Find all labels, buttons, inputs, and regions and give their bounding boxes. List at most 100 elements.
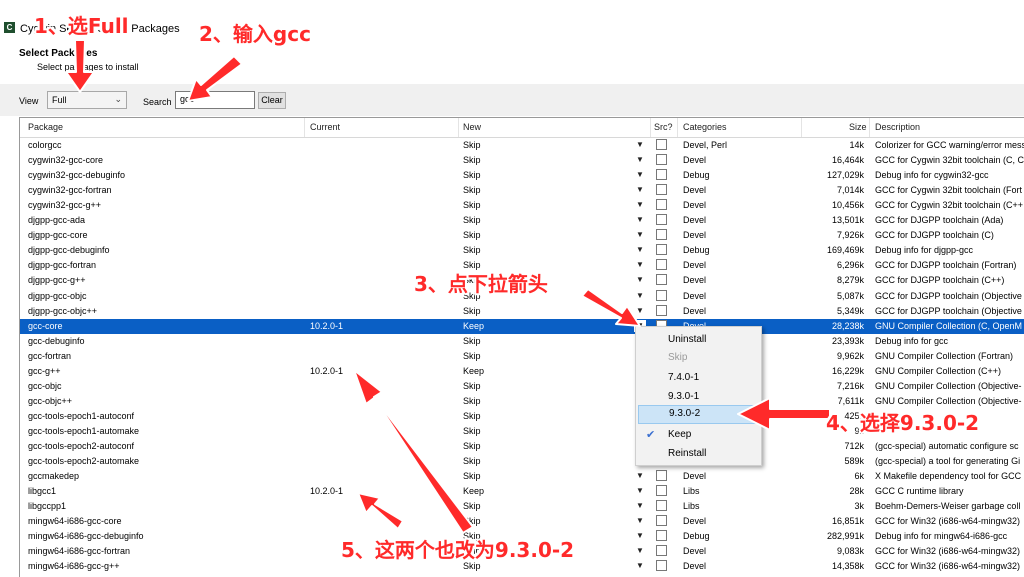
new-action[interactable]: Skip xyxy=(463,336,623,346)
version-dropdown-menu[interactable]: Uninstall Skip 7.4.0-1 9.3.0-1 9.3.0-2 ✔ Keep R… xyxy=(635,326,762,466)
src-checkbox[interactable] xyxy=(656,214,667,226)
view-select[interactable]: Full ⌄ xyxy=(47,91,127,109)
dropdown-arrow-icon[interactable]: ▼ xyxy=(634,229,646,241)
table-row[interactable]: djgpp-gcc-ada Skip ▼ Devel 13,501k GCC for DJ… xyxy=(20,213,1024,228)
dropdown-arrow-icon[interactable]: ▼ xyxy=(634,154,646,166)
src-checkbox[interactable] xyxy=(656,199,667,211)
table-row[interactable]: djgpp-gcc-objc++ Skip ▼ Devel 5,349k GCC for … xyxy=(20,304,1024,319)
src-checkbox[interactable] xyxy=(656,274,667,286)
table-row[interactable]: gcc-fortranSkip▼9,962kGNU Compiler Colle… xyxy=(20,349,1024,364)
new-action[interactable]: Skip xyxy=(463,456,623,466)
table-row[interactable]: colorgcc Skip ▼ Devel, Perl 14k Colorizer for… xyxy=(20,138,1024,153)
new-action[interactable]: Skip xyxy=(463,230,623,240)
dropdown-arrow-icon[interactable]: ▼ xyxy=(634,305,646,317)
src-checkbox[interactable] xyxy=(656,229,667,241)
table-row[interactable]: gcc-tools-epoch2-automakeSkip▼589k(gcc-s… xyxy=(20,454,1024,469)
src-checkbox[interactable] xyxy=(656,470,667,482)
new-action[interactable]: Skip xyxy=(463,170,623,180)
new-action[interactable]: Skip xyxy=(463,155,623,165)
dropdown-arrow-icon[interactable]: ▼ xyxy=(634,199,646,211)
src-checkbox[interactable] xyxy=(656,154,667,166)
new-action[interactable]: Skip xyxy=(463,351,623,361)
new-action[interactable]: Skip xyxy=(463,140,623,150)
table-row[interactable]: gcc-objcSkip▼7,216kGNU Compiler Collecti… xyxy=(20,379,1024,394)
menu-item-keep[interactable]: ✔ Keep xyxy=(636,426,761,445)
src-checkbox[interactable] xyxy=(656,530,667,542)
new-action[interactable]: Skip xyxy=(463,441,623,451)
new-action[interactable]: Skip xyxy=(463,215,623,225)
new-action[interactable]: Skip xyxy=(463,426,623,436)
menu-item-uninstall[interactable]: Uninstall xyxy=(636,331,761,350)
src-checkbox[interactable] xyxy=(656,139,667,150)
src-checkbox[interactable] xyxy=(656,515,667,527)
new-action[interactable]: Keep xyxy=(463,321,623,331)
src-checkbox[interactable] xyxy=(656,169,667,181)
table-row[interactable]: djgpp-gcc-debuginfo Skip ▼ Debug 169,469k Deb… xyxy=(20,243,1024,258)
src-checkbox[interactable] xyxy=(656,560,667,572)
new-action[interactable]: Skip xyxy=(463,501,623,511)
col-size[interactable]: Size xyxy=(849,122,867,132)
chevron-down-icon[interactable]: ⌄ xyxy=(114,94,122,105)
col-src[interactable]: Src? xyxy=(654,122,673,132)
table-row[interactable]: gcc-tools-epoch2-autoconfSkip▼712k(gcc-s… xyxy=(20,439,1024,454)
src-checkbox[interactable] xyxy=(656,259,667,271)
new-action[interactable]: Skip xyxy=(463,381,623,391)
src-checkbox[interactable] xyxy=(656,289,667,301)
dropdown-arrow-icon[interactable]: ▼ xyxy=(634,500,646,512)
clear-button[interactable]: Clear xyxy=(258,92,286,109)
dropdown-arrow-icon[interactable]: ▼ xyxy=(634,545,646,557)
dropdown-arrow-icon[interactable]: ▼ xyxy=(634,259,646,271)
src-checkbox[interactable] xyxy=(656,545,667,557)
dropdown-arrow-icon[interactable]: ▼ xyxy=(634,560,646,572)
menu-item-9-3-0-2[interactable]: 9.3.0-2 xyxy=(638,405,759,424)
package-list[interactable]: Package Current New Src? Categories Size… xyxy=(19,117,1024,577)
src-checkbox[interactable] xyxy=(656,500,667,512)
dropdown-arrow-icon[interactable]: ▼ xyxy=(634,139,646,151)
dropdown-arrow-icon[interactable]: ▼ xyxy=(634,274,646,286)
category: Devel xyxy=(683,561,707,572)
table-row[interactable]: libgcc1 10.2.0-1 Keep ▼ Libs 28k GCC C runtime… xyxy=(20,484,1024,499)
table-row[interactable]: gccmakedep Skip ▼ Devel 6k X Makefile depende… xyxy=(20,469,1024,484)
dropdown-arrow-icon[interactable]: ▼ xyxy=(634,214,646,226)
col-package[interactable]: Package xyxy=(28,122,63,132)
dropdown-arrow-icon[interactable]: ▼ xyxy=(634,244,646,256)
dropdown-arrow-icon[interactable]: ▼ xyxy=(634,515,646,527)
table-row[interactable]: gcc-debuginfoSkip▼23,393kDebug info for … xyxy=(20,334,1024,349)
dropdown-arrow-icon[interactable]: ▼ xyxy=(634,485,646,497)
table-row[interactable]: cygwin32-gcc-debuginfo Skip ▼ Debug 127,029k… xyxy=(20,168,1024,183)
new-action[interactable]: Skip xyxy=(463,516,623,526)
new-action[interactable]: Skip xyxy=(463,245,623,255)
menu-item-7-4-0-1[interactable]: 7.4.0-1 xyxy=(636,369,761,388)
col-description[interactable]: Description xyxy=(875,122,920,132)
new-action[interactable]: Keep xyxy=(463,486,623,496)
table-row[interactable]: cygwin32-gcc-core Skip ▼ Devel 16,464k GCC fo… xyxy=(20,153,1024,168)
new-action[interactable]: Keep xyxy=(463,366,623,376)
table-row[interactable]: cygwin32-gcc-fortran Skip ▼ Devel 7,014k GCC … xyxy=(20,183,1024,198)
table-row[interactable]: libgccpp1 Skip ▼ Libs 3k Boehm-Demers-Weiser … xyxy=(20,499,1024,514)
table-row[interactable]: gcc-g++10.2.0-1Keep▼16,229kGNU Compiler … xyxy=(20,364,1024,379)
src-checkbox[interactable] xyxy=(656,485,667,497)
col-current[interactable]: Current xyxy=(310,122,340,132)
new-action[interactable]: Skip xyxy=(463,411,623,421)
table-row[interactable]: cygwin32-gcc-g++ Skip ▼ Devel 10,456k GCC for… xyxy=(20,198,1024,213)
table-row[interactable]: djgpp-gcc-core Skip ▼ Devel 7,926k GCC for DJ… xyxy=(20,228,1024,243)
src-checkbox[interactable] xyxy=(656,184,667,196)
table-row[interactable]: gcc-core10.2.0-1Keep▼Devel28,238kGNU Com… xyxy=(20,318,1024,334)
dropdown-arrow-icon[interactable]: ▼ xyxy=(634,169,646,181)
menu-item-reinstall[interactable]: Reinstall xyxy=(636,445,761,464)
src-checkbox[interactable] xyxy=(656,244,667,256)
new-action[interactable]: Skip xyxy=(463,471,623,481)
dropdown-arrow-icon[interactable]: ▼ xyxy=(634,290,646,302)
search-input[interactable]: gcc xyxy=(175,91,255,109)
dropdown-arrow-icon[interactable]: ▼ xyxy=(634,470,646,482)
new-action[interactable]: Skip xyxy=(463,200,623,210)
table-row[interactable]: mingw64-i686-gcc-core Skip ▼ Devel 16,851k GC… xyxy=(20,514,1024,529)
new-action[interactable]: Skip xyxy=(463,185,623,195)
col-categories[interactable]: Categories xyxy=(683,122,727,132)
col-new[interactable]: New xyxy=(463,122,481,132)
new-action[interactable]: Skip xyxy=(463,396,623,406)
new-action[interactable]: Skip xyxy=(463,306,623,316)
src-checkbox[interactable] xyxy=(656,304,667,316)
dropdown-arrow-icon[interactable]: ▼ xyxy=(634,184,646,196)
dropdown-arrow-icon[interactable]: ▼ xyxy=(634,530,646,542)
